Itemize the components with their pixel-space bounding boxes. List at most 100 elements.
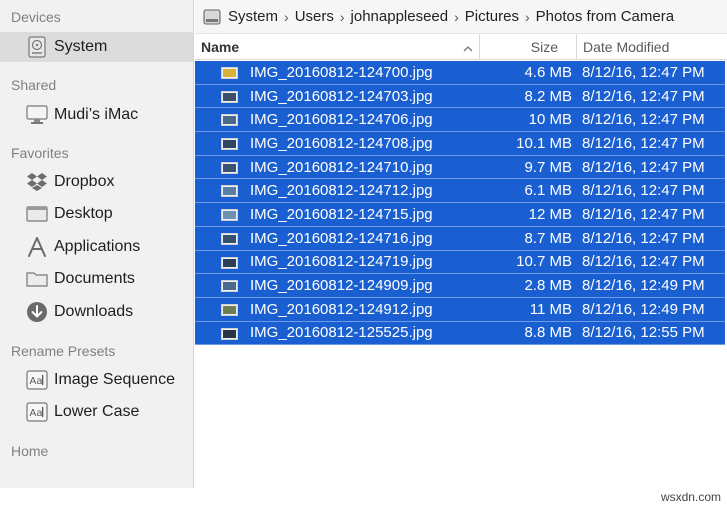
image-thumbnail-preview (223, 211, 236, 220)
image-thumbnail-preview (223, 258, 236, 267)
file-size: 4.6 MB (524, 63, 572, 81)
file-date-modified: 8/12/16, 12:49 PM (582, 277, 705, 295)
image-thumbnail-preview (223, 116, 236, 125)
file-size: 9.7 MB (524, 158, 572, 176)
image-thumbnail-preview (223, 305, 236, 314)
sidebar-group-devices: Devices (11, 9, 61, 25)
file-date-modified: 8/12/16, 12:47 PM (582, 229, 705, 247)
sidebar-item-label: Image Sequence (54, 371, 175, 388)
file-name: IMG_20160812-124715.jpg (250, 205, 433, 223)
watermark: wsxdn.com (660, 490, 721, 504)
table-row[interactable]: IMG_20160812-124703.jpg 8.2 MB 8/12/16, 12… (195, 84, 725, 109)
sidebar: Devices System Shared Mudi’s iMac Favori… (0, 0, 194, 488)
table-row[interactable]: IMG_20160812-124712.jpg 6.1 MB 8/12/16, 12… (195, 179, 725, 204)
image-thumbnail-icon (221, 138, 238, 151)
sidebar-item-mudis-imac[interactable]: Mudi’s iMac (0, 100, 193, 130)
sidebar-group-shared: Shared (11, 77, 57, 93)
table-row[interactable]: IMG_20160812-124715.jpg 12 MB 8/12/16, 12:… (195, 203, 725, 227)
sidebar-item-label: Desktop (54, 205, 113, 222)
image-thumbnail-preview (223, 187, 236, 196)
desktop-icon (26, 203, 48, 225)
breadcrumb-separator: › (524, 8, 530, 25)
table-row[interactable]: IMG_20160812-124710.jpg 9.7 MB 8/12/16, 12… (195, 155, 725, 180)
breadcrumb-system[interactable]: System (228, 8, 278, 25)
file-date-modified: 8/12/16, 12:47 PM (582, 182, 705, 200)
file-size: 10.1 MB (516, 134, 572, 152)
table-row[interactable]: IMG_20160812-124706.jpg 10 MB 8/12/16, 12:… (195, 108, 725, 133)
table-row[interactable]: IMG_20160812-124909.jpg 2.8 MB 8/12/16, 12… (195, 274, 725, 298)
imac-icon (26, 104, 48, 126)
sidebar-item-downloads[interactable]: Downloads (0, 297, 193, 327)
file-date-modified: 8/12/16, 12:49 PM (582, 300, 705, 318)
image-thumbnail-preview (223, 140, 236, 149)
image-thumbnail-preview (223, 69, 236, 77)
breadcrumb-separator: › (454, 8, 459, 25)
table-row[interactable]: IMG_20160812-125525.jpg 8.8 MB 8/12/16, 12… (195, 321, 725, 346)
column-header: Name Size Date Modified (195, 33, 727, 60)
table-row[interactable]: IMG_20160812-124708.jpg 10.1 MB 8/12/16, 1… (195, 132, 725, 156)
breadcrumb-photos-from-camera[interactable]: Photos from Camera (536, 8, 674, 25)
column-header-name[interactable]: Name (195, 34, 480, 60)
file-name: IMG_20160812-124712.jpg (250, 182, 433, 200)
folder-icon (26, 268, 48, 290)
breadcrumb-separator: › (339, 8, 345, 25)
image-thumbnail-icon (221, 303, 238, 316)
sidebar-group-home: Home (11, 443, 49, 459)
file-size: 10 MB (528, 111, 572, 129)
image-thumbnail-icon (221, 209, 238, 222)
sidebar-item-lower-case[interactable]: Aa Lower Case (0, 397, 193, 427)
sidebar-item-label: Mudi’s iMac (54, 106, 139, 123)
file-date-modified: 8/12/16, 12:47 PM (582, 205, 705, 223)
column-header-size-label: Size (530, 39, 558, 55)
breadcrumb-users[interactable]: Users (295, 8, 334, 25)
table-row[interactable]: IMG_20160812-124912.jpg 11 MB 8/12/16, 12:… (195, 297, 725, 322)
sidebar-group-rename-presets: Rename Presets (11, 343, 116, 359)
sidebar-item-desktop[interactable]: Desktop (0, 199, 193, 229)
breadcrumb-pictures[interactable]: Pictures (465, 8, 519, 25)
download-icon (26, 301, 48, 323)
preset-icon: Aa (26, 401, 48, 423)
breadcrumb-johnappleseed[interactable]: johnappleseed (351, 8, 449, 25)
file-name: IMG_20160812-124700.jpg (250, 63, 433, 81)
sidebar-item-label: Downloads (54, 303, 134, 320)
table-row[interactable]: IMG_20160812-124700.jpg 4.6 MB 8/12/16, 12… (195, 61, 725, 85)
column-header-size[interactable]: Size (480, 34, 577, 60)
table-row[interactable]: IMG_20160812-124719.jpg 10.7 MB 8/12/16, 1… (195, 250, 725, 275)
file-name: IMG_20160812-124909.jpg (250, 277, 433, 295)
sidebar-item-image-sequence[interactable]: Aa Image Sequence (0, 365, 193, 395)
file-date-modified: 8/12/16, 12:47 PM (582, 134, 705, 152)
image-thumbnail-preview (223, 329, 236, 338)
file-name: IMG_20160812-124912.jpg (250, 300, 433, 318)
image-thumbnail-icon (221, 256, 238, 269)
image-thumbnail-icon (221, 280, 238, 293)
file-date-modified: 8/12/16, 12:47 PM (582, 158, 705, 176)
file-size: 8.2 MB (524, 87, 572, 105)
hard-drive-icon (26, 36, 48, 58)
dropbox-icon (26, 171, 48, 193)
sidebar-item-label: Lower Case (54, 403, 140, 420)
table-row[interactable]: IMG_20160812-124716.jpg 8.7 MB 8/12/16, 12… (195, 226, 725, 251)
file-size: 10.7 MB (516, 253, 572, 271)
file-size: 12 MB (528, 205, 572, 223)
file-name: IMG_20160812-124706.jpg (250, 111, 433, 129)
sidebar-item-dropbox[interactable]: Dropbox (0, 167, 193, 197)
column-header-date-label: Date Modified (583, 39, 670, 55)
file-list: IMG_20160812-124700.jpg 4.6 MB 8/12/16, 12… (195, 61, 725, 346)
image-thumbnail-icon (221, 114, 238, 127)
file-date-modified: 8/12/16, 12:47 PM (582, 253, 705, 271)
image-thumbnail-preview (223, 234, 236, 243)
sort-ascending-icon (463, 41, 473, 52)
sidebar-item-applications[interactable]: Applications (0, 232, 193, 262)
file-name: IMG_20160812-124703.jpg (250, 87, 433, 105)
image-thumbnail-icon (221, 185, 238, 198)
column-header-date[interactable]: Date Modified (577, 34, 727, 60)
file-name: IMG_20160812-125525.jpg (250, 324, 433, 342)
sidebar-item-label: System (54, 38, 108, 55)
image-thumbnail-icon (221, 232, 238, 245)
path-bar: System › Users › johnappleseed › Picture… (195, 0, 727, 33)
sidebar-item-documents[interactable]: Documents (0, 264, 193, 294)
file-date-modified: 8/12/16, 12:47 PM (582, 63, 705, 81)
image-thumbnail-icon (221, 67, 238, 79)
file-date-modified: 8/12/16, 12:47 PM (582, 87, 705, 105)
sidebar-item-system[interactable]: System (0, 32, 193, 62)
